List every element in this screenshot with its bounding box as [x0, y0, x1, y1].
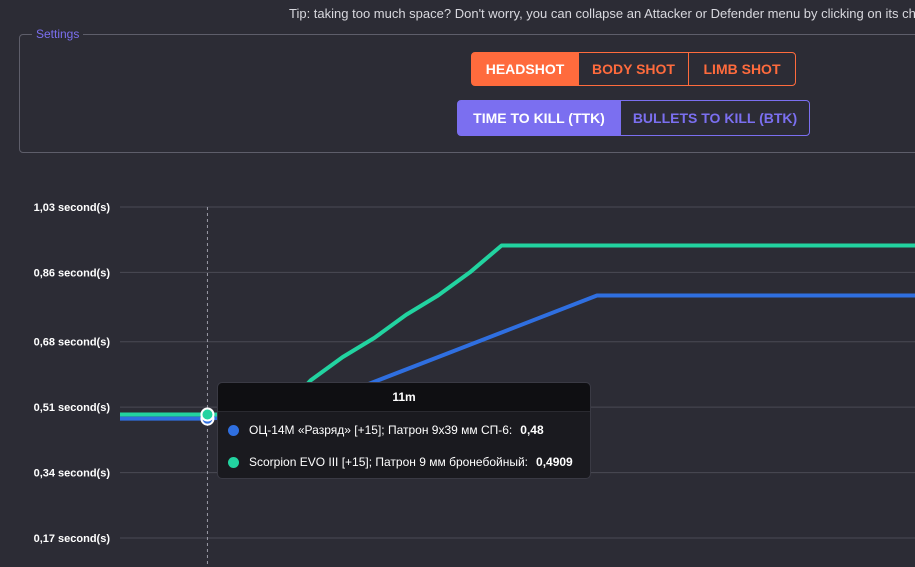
- y-tick-label: 0,51 second(s): [34, 402, 111, 414]
- tooltip-series-value: 0,48: [520, 423, 544, 437]
- tooltip-row: ОЦ-14М «Разряд» [+15]; Патрон 9х39 мм СП…: [228, 423, 544, 437]
- tooltip-series-label: ОЦ-14М «Разряд» [+15]; Патрон 9х39 мм СП…: [249, 423, 513, 437]
- y-tick-label: 1,03 second(s): [34, 202, 111, 214]
- tooltip-header: 11m: [218, 383, 590, 412]
- y-tick-label: 0,17 second(s): [34, 533, 111, 545]
- series-color-dot: [228, 456, 239, 468]
- tooltip-row: Scorpion EVO III [+15]; Патрон 9 мм брон…: [228, 455, 573, 469]
- ttk-chart: 1,03 second(s) 0,86 second(s) 0,68 second(…: [34, 202, 915, 567]
- chart-tooltip: 11m ОЦ-14М «Разряд» [+15]; Патрон 9х39 м…: [217, 382, 591, 479]
- y-tick-label: 0,68 second(s): [34, 337, 111, 349]
- tooltip-series-value: 0,4909: [536, 455, 573, 469]
- hover-point: [200, 407, 215, 422]
- y-tick-label: 0,34 second(s): [34, 468, 111, 480]
- tooltip-series-label: Scorpion EVO III [+15]; Патрон 9 мм брон…: [249, 455, 529, 469]
- y-tick-label: 0,86 second(s): [34, 267, 111, 279]
- series-color-dot: [228, 424, 239, 436]
